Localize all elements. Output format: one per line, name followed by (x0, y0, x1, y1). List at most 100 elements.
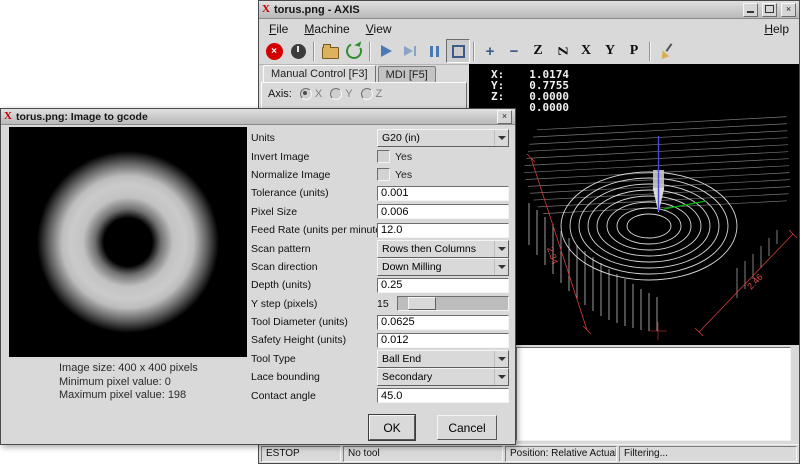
row-contact-angle: Contact angle (251, 386, 509, 404)
tab-manual-control[interactable]: Manual Control [F3] (263, 65, 376, 82)
minimize-button[interactable] (743, 3, 758, 17)
axis-y-radio[interactable]: Y (330, 88, 352, 100)
close-icon[interactable]: × (497, 110, 512, 124)
axis-titlebar[interactable]: X torus.png - AXIS × (259, 1, 799, 19)
open-file-button[interactable] (318, 39, 342, 63)
row-tool-type: Tool Type Ball End (251, 350, 509, 368)
y-step-value: 15 (377, 298, 397, 310)
gcode-listing[interactable] (516, 347, 791, 441)
safety-height-input[interactable] (377, 333, 509, 348)
step-icon (404, 46, 416, 56)
image-min-text: Minimum pixel value: 0 (59, 376, 198, 390)
image-info: Image size: 400 x 400 pixels Minimum pix… (59, 362, 198, 403)
scan-direction-select[interactable]: Down Milling (377, 258, 509, 276)
feed-rate-input[interactable] (377, 223, 509, 238)
depth-input[interactable] (377, 278, 509, 293)
broom-icon (658, 43, 674, 59)
menu-machine[interactable]: Machine (296, 20, 357, 38)
reload-button[interactable] (342, 39, 366, 63)
machine-power-button[interactable] (286, 39, 310, 63)
status-position: Position: Relative Actual (505, 446, 617, 462)
close-icon[interactable]: × (781, 3, 796, 17)
ok-button[interactable]: OK (369, 415, 415, 440)
stop-button[interactable] (446, 39, 470, 63)
radio-icon (361, 88, 373, 100)
row-scan-pattern: Scan pattern Rows then Columns (251, 239, 509, 257)
menu-help[interactable]: Help (756, 20, 797, 38)
toolbar-separator (313, 42, 315, 61)
display-column: X:1.0174 Y:0.7755 Z:0.0000 0.0000 (469, 64, 799, 443)
dro-readout: X:1.0174 Y:0.7755 Z:0.0000 0.0000 (491, 69, 569, 113)
units-select[interactable]: G20 (in) (377, 129, 509, 147)
status-estop: ESTOP (261, 446, 341, 462)
toolbar-separator (649, 42, 651, 61)
view-side-button[interactable]: X (574, 39, 598, 63)
tolerance-input[interactable] (377, 186, 509, 201)
tab-mdi[interactable]: MDI [F5] (378, 66, 436, 82)
row-lace-bounding: Lace bounding Secondary (251, 368, 509, 386)
scan-pattern-select[interactable]: Rows then Columns (377, 240, 509, 258)
axis-z-radio[interactable]: Z (361, 88, 383, 100)
tabstrip: Manual Control [F3] MDI [F5] (263, 65, 467, 82)
chevron-down-icon (494, 241, 508, 257)
run-icon (381, 45, 392, 57)
statusbar: ESTOP No tool Position: Relative Actual … (259, 444, 799, 463)
toolbar-separator (473, 42, 475, 61)
zoom-in-button[interactable]: + (478, 39, 502, 63)
lace-bounding-select[interactable]: Secondary (377, 368, 509, 386)
torus-toolpath (561, 172, 737, 280)
run-button[interactable] (374, 39, 398, 63)
contact-angle-input[interactable] (377, 388, 509, 403)
pause-icon (430, 46, 439, 57)
maximize-button[interactable] (762, 3, 777, 17)
open-folder-icon (322, 47, 339, 59)
view-perspective-button[interactable]: P (622, 39, 646, 63)
preview-canvas[interactable]: 2.34 2.46 (469, 108, 799, 345)
slider-thumb[interactable] (408, 297, 436, 310)
radio-icon (330, 88, 342, 100)
zoom-in-icon: + (486, 44, 495, 59)
menu-view[interactable]: View (358, 20, 400, 38)
tool-diameter-input[interactable] (377, 315, 509, 330)
tool-type-select[interactable]: Ball End (377, 350, 509, 368)
clear-plot-button[interactable] (654, 39, 678, 63)
row-y-step: Y step (pixels) 15 (251, 295, 509, 313)
normalize-image-checkbox[interactable] (377, 168, 390, 181)
program-panel (469, 345, 799, 443)
menubar: File Machine View Help (259, 19, 799, 38)
dialog-title: torus.png: Image to gcode (16, 111, 493, 123)
dialog-titlebar[interactable]: X torus.png: Image to gcode × (1, 109, 515, 125)
y-step-slider[interactable] (397, 296, 509, 311)
estop-icon: × (266, 43, 283, 60)
menu-file[interactable]: File (261, 20, 296, 38)
row-feed-rate: Feed Rate (units per minute) (251, 221, 509, 239)
image-size-text: Image size: 400 x 400 pixels (59, 362, 198, 376)
invert-image-checkbox[interactable] (377, 150, 390, 163)
dialog-logo-icon: X (4, 111, 12, 122)
estop-button[interactable]: × (262, 39, 286, 63)
row-scan-direction: Scan direction Down Milling (251, 258, 509, 276)
toolbar: × + − Z Z X Y P (259, 38, 799, 65)
step-button[interactable] (398, 39, 422, 63)
status-activity: Filtering... (619, 446, 797, 462)
origin-marker (649, 322, 667, 340)
dim-label-right: 2.46 (745, 272, 764, 292)
row-normalize-image: Normalize Image Yes (251, 166, 509, 184)
row-safety-height: Safety Height (units) (251, 331, 509, 349)
axis-x-radio[interactable]: X (300, 88, 322, 100)
row-invert-image: Invert Image Yes (251, 147, 509, 165)
axis-label: Axis: (268, 88, 292, 100)
chevron-down-icon (494, 369, 508, 385)
view-rotated-button[interactable]: Z (550, 39, 574, 63)
cancel-button[interactable]: Cancel (437, 415, 497, 440)
status-tool: No tool (343, 446, 503, 462)
view-front-icon: Y (605, 44, 615, 58)
zoom-out-button[interactable]: − (502, 39, 526, 63)
view-top-button[interactable]: Z (526, 39, 550, 63)
view-front-button[interactable]: Y (598, 39, 622, 63)
pixel-size-input[interactable] (377, 204, 509, 219)
row-pixel-size: Pixel Size (251, 203, 509, 221)
reload-icon (344, 41, 365, 62)
source-image-preview (9, 127, 247, 357)
pause-button[interactable] (422, 39, 446, 63)
